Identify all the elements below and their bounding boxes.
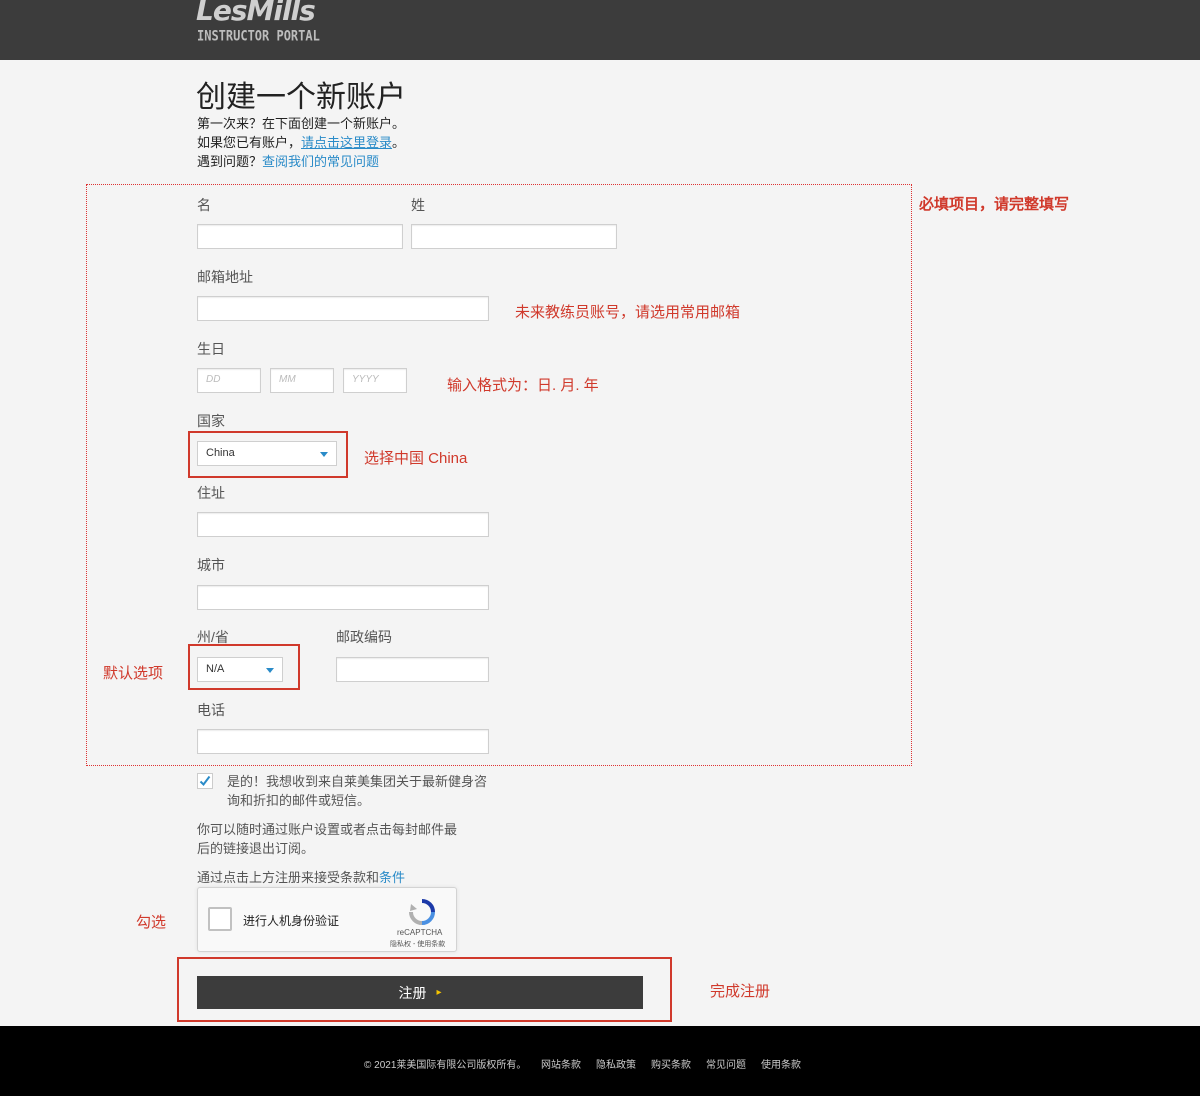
unsub-line-2: 后的链接退出订阅。 — [197, 841, 315, 856]
captcha-annotation: 勾选 — [136, 914, 167, 931]
address-input[interactable] — [197, 512, 489, 537]
checkmark-icon — [199, 775, 211, 787]
footer-link-faq[interactable]: 常见问题 — [706, 1056, 746, 1071]
email-input[interactable] — [197, 296, 489, 321]
last-name-label: 姓 — [411, 197, 425, 213]
state-annotation: 默认选项 — [103, 665, 164, 682]
intro-line-2: 如果您已有账户，请点击这里登录。 — [197, 132, 405, 151]
email-annotation: 未来教练员账号，请选用常用邮箱 — [515, 304, 741, 321]
submit-highlight-box — [177, 957, 672, 1022]
email-label: 邮箱地址 — [197, 269, 253, 285]
site-header — [0, 0, 1200, 60]
intro-line-3: 遇到问题？查阅我们的常见问题 — [197, 151, 379, 170]
terms-text: 通过点击上方注册来接受条款和条件 — [197, 868, 405, 887]
newsletter-line-2: 询和折扣的邮件或短信。 — [227, 793, 371, 808]
address-label: 住址 — [197, 485, 225, 501]
required-annotation: 必填项目，请完整填写 — [919, 196, 1070, 213]
terms-link[interactable]: 条件 — [379, 870, 405, 885]
newsletter-text: 是的！我想收到来自莱美集团关于最新健身咨 询和折扣的邮件或短信。 — [227, 772, 487, 810]
country-label: 国家 — [197, 413, 225, 429]
intro-line-2-suffix: 。 — [392, 135, 406, 150]
birth-year-input[interactable]: YYYY — [343, 368, 407, 393]
lesmills-logo[interactable]: LesMills — [196, 0, 316, 27]
postcode-input[interactable] — [336, 657, 489, 682]
last-name-input[interactable] — [411, 224, 617, 249]
city-input[interactable] — [197, 585, 489, 610]
footer-link-terms-of-use[interactable]: 使用条款 — [761, 1056, 801, 1071]
newsletter-checkbox[interactable] — [197, 773, 213, 789]
phone-input[interactable] — [197, 729, 489, 754]
country-highlight-box — [188, 431, 348, 478]
city-label: 城市 — [197, 557, 225, 573]
birthday-label: 生日 — [197, 341, 225, 357]
recaptcha-label: 进行人机身份验证 — [243, 914, 340, 928]
footer-link-purchase-terms[interactable]: 购买条款 — [651, 1056, 691, 1071]
copyright-text: © 2021莱美国际有限公司版权所有。 — [364, 1060, 527, 1071]
phone-label: 电话 — [197, 702, 225, 718]
terms-prefix: 通过点击上方注册来接受条款和 — [197, 870, 380, 885]
footer-link-site-terms[interactable]: 网站条款 — [541, 1056, 581, 1071]
unsubscribe-note: 你可以随时通过账户设置或者点击每封邮件最 后的链接退出订阅。 — [197, 820, 457, 858]
page-title: 创建一个新账户 — [196, 81, 406, 114]
unsub-line-1: 你可以随时通过账户设置或者点击每封邮件最 — [197, 822, 458, 837]
country-annotation: 选择中国 China — [364, 450, 468, 467]
recaptcha-widget: 进行人机身份验证 reCAPTCHA 隐私权 - 使用条款 — [197, 887, 457, 952]
submit-annotation: 完成注册 — [710, 983, 771, 1000]
recaptcha-terms[interactable]: 隐私权 - 使用条款 — [390, 939, 445, 949]
recaptcha-brand: reCAPTCHA — [397, 928, 443, 937]
footer-link-privacy[interactable]: 隐私政策 — [596, 1056, 636, 1071]
intro-line-1: 第一次来？在下面创建一个新账户。 — [197, 116, 406, 131]
first-name-input[interactable] — [197, 224, 403, 249]
intro-line-3-text: 遇到问题？ — [197, 154, 263, 169]
dob-annotation: 输入格式为：日. 月. 年 — [447, 377, 599, 394]
intro-line-2-text: 如果您已有账户， — [197, 135, 302, 150]
newsletter-line-1: 是的！我想收到来自莱美集团关于最新健身咨 — [227, 774, 488, 789]
birth-day-input[interactable]: DD — [197, 368, 261, 393]
login-link[interactable]: 请点击这里登录 — [301, 135, 392, 150]
recaptcha-logo-icon — [409, 899, 435, 925]
faq-link[interactable]: 查阅我们的常见问题 — [262, 154, 379, 169]
state-highlight-box — [188, 644, 300, 690]
birth-month-input[interactable]: MM — [270, 368, 334, 393]
instructor-portal-logo-text: INSTRUCTOR PORTAL — [197, 28, 320, 45]
first-name-label: 名 — [197, 197, 211, 213]
recaptcha-checkbox[interactable] — [208, 907, 232, 931]
postcode-label: 邮政编码 — [336, 629, 392, 645]
